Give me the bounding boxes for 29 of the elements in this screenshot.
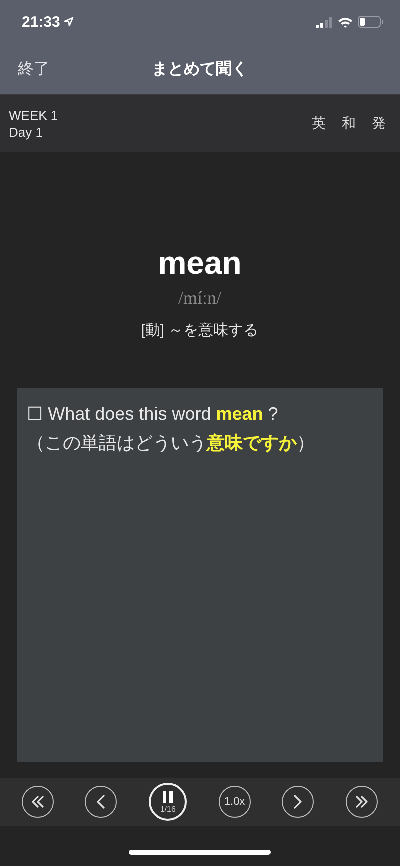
- mode-button[interactable]: 和: [336, 110, 362, 136]
- pause-button[interactable]: 1/16: [149, 783, 188, 821]
- signal-icon: [316, 16, 333, 28]
- battery-icon: [358, 16, 384, 28]
- example-translation: （この単語はどういう意味ですか）: [27, 432, 316, 455]
- mode-button[interactable]: 発: [366, 110, 392, 136]
- rewind-button[interactable]: [22, 786, 54, 818]
- headword: mean: [158, 244, 242, 282]
- double-chevron-left-icon: [32, 796, 44, 808]
- wifi-icon: [338, 16, 353, 28]
- fast-forward-button[interactable]: [346, 786, 378, 818]
- pause-icon: [163, 790, 174, 802]
- pronunciation: /míːn/: [178, 288, 222, 309]
- week-label: WEEK 1: [9, 106, 58, 124]
- status-time: 21:33: [22, 14, 60, 30]
- meaning-text: [動] ～を意味する: [141, 321, 259, 340]
- speed-button[interactable]: 1.0x: [218, 786, 251, 818]
- mode-button[interactable]: 英: [306, 110, 332, 136]
- screen-title: まとめて聞く: [152, 60, 248, 80]
- track-counter: 1/16: [160, 804, 176, 814]
- previous-button[interactable]: [85, 786, 118, 818]
- example-sentence: ☐ What does this word mean ?: [27, 403, 280, 426]
- day-label: Day 1: [9, 124, 44, 140]
- location-icon: [64, 17, 74, 27]
- chevron-left-icon: [97, 795, 106, 809]
- next-button[interactable]: [282, 786, 314, 818]
- chevron-right-icon: [294, 795, 302, 809]
- end-button[interactable]: 終了: [12, 54, 56, 84]
- double-chevron-right-icon: [356, 796, 368, 808]
